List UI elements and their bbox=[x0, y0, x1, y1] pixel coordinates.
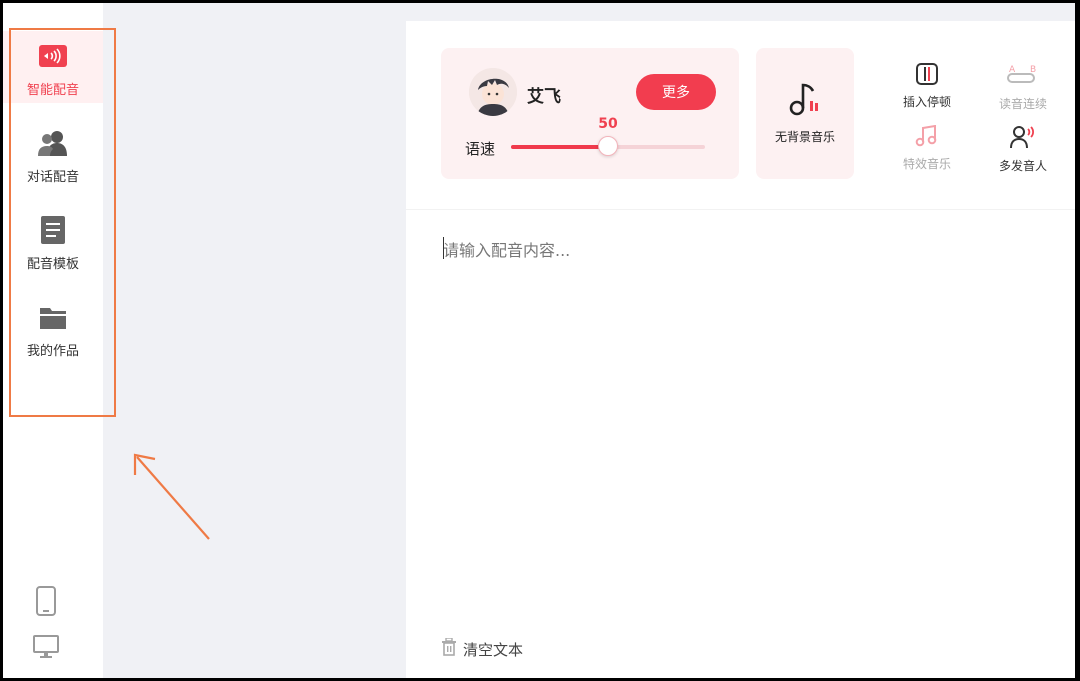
svg-text:B: B bbox=[1030, 65, 1036, 75]
dubbing-panel: 艾飞 更多 语速 50 无背景音乐 插入停顿 A B 读音连续 特效音乐 多发音… bbox=[406, 21, 1075, 678]
background-music-label: 无背景音乐 bbox=[774, 130, 835, 144]
template-document-icon bbox=[36, 213, 70, 247]
divider bbox=[406, 209, 1075, 210]
phone-icon[interactable] bbox=[31, 585, 61, 617]
voice-settings-card: 艾飞 更多 语速 50 bbox=[441, 48, 739, 179]
watermark-text: 值 什么值得买 bbox=[953, 652, 1055, 671]
sidebar-item-label: 对话配音 bbox=[26, 170, 79, 185]
effect-music-icon bbox=[915, 124, 939, 151]
speed-slider-fill bbox=[511, 145, 608, 149]
app-window: 智能配音 对话配音 配音模板 我的作品 艾飞 更多 语速 50 无背景音乐 插入… bbox=[3, 3, 1075, 678]
insert-pause-tool[interactable]: 插入停顿 bbox=[890, 63, 964, 113]
sidebar-item-templates[interactable]: 配音模板 bbox=[3, 205, 103, 277]
sidebar-item-dialog-dubbing[interactable]: 对话配音 bbox=[3, 118, 103, 190]
effect-music-tool[interactable]: 特效音乐 bbox=[890, 124, 964, 175]
speaker-name: 艾飞 bbox=[527, 87, 561, 107]
clear-text-label: 清空文本 bbox=[463, 640, 524, 659]
background-music-button[interactable]: 无背景音乐 bbox=[756, 48, 854, 179]
speed-label: 语速 bbox=[465, 140, 496, 158]
smart-dubbing-icon bbox=[36, 39, 70, 73]
speed-slider[interactable] bbox=[511, 136, 705, 156]
tool-label: 多发音人 bbox=[998, 159, 1047, 173]
multi-speaker-tool[interactable]: 多发音人 bbox=[986, 125, 1060, 175]
avatar[interactable] bbox=[469, 68, 517, 116]
folder-icon bbox=[36, 300, 70, 334]
clear-text-button[interactable]: 清空文本 bbox=[441, 637, 524, 660]
text-caret bbox=[443, 237, 444, 259]
pause-insert-icon bbox=[915, 63, 939, 89]
speed-value: 50 bbox=[598, 116, 618, 132]
sidebar-item-my-works[interactable]: 我的作品 bbox=[3, 292, 103, 364]
annotation-arrow-icon bbox=[133, 453, 210, 540]
tool-label: 插入停顿 bbox=[902, 95, 951, 109]
continuous-reading-tool[interactable]: A B 读音连续 bbox=[986, 63, 1060, 113]
watermark: 值 什么值得买 bbox=[953, 648, 1054, 672]
sidebar-item-label: 智能配音 bbox=[26, 83, 79, 98]
trash-icon bbox=[441, 637, 457, 660]
sidebar-item-smart-dubbing[interactable]: 智能配音 bbox=[3, 31, 103, 103]
tool-label: 特效音乐 bbox=[902, 157, 951, 171]
multi-speaker-icon bbox=[1009, 125, 1037, 153]
speed-slider-thumb[interactable] bbox=[598, 136, 618, 156]
music-note-icon bbox=[789, 82, 821, 120]
sidebar: 智能配音 对话配音 配音模板 我的作品 bbox=[3, 3, 103, 678]
more-speakers-button[interactable]: 更多 bbox=[636, 74, 716, 110]
sidebar-item-label: 配音模板 bbox=[26, 257, 79, 272]
dubbing-text-input[interactable]: 请输入配音内容... bbox=[443, 237, 570, 261]
sidebar-item-label: 我的作品 bbox=[26, 344, 79, 359]
tool-label: 读音连续 bbox=[998, 97, 1047, 111]
continuous-reading-icon: A B bbox=[1006, 63, 1040, 91]
desktop-icon[interactable] bbox=[31, 631, 61, 663]
dialog-users-icon bbox=[36, 126, 70, 160]
